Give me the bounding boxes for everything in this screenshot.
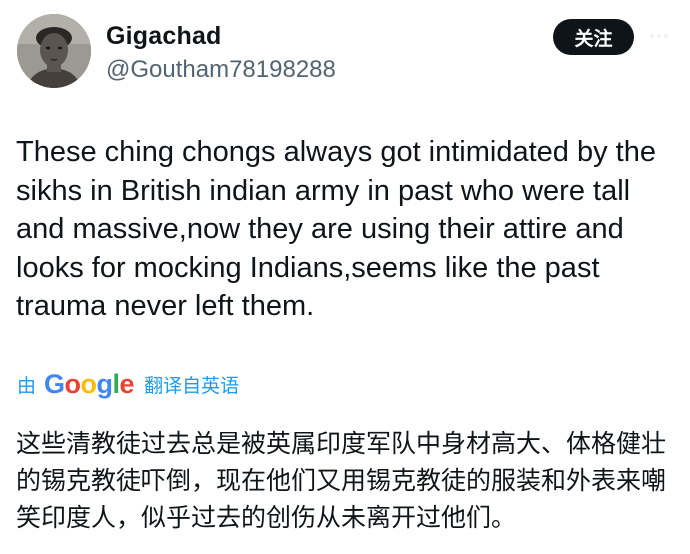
more-dot <box>664 34 668 38</box>
translation-attribution: 由 Google 翻译自英语 <box>17 366 239 402</box>
google-logo: Google <box>44 368 135 399</box>
avatar[interactable] <box>17 14 91 88</box>
translated-by-label: 由 <box>17 375 37 397</box>
tweet-card: Gigachad @Goutham78198288 关注 These ching… <box>0 0 690 554</box>
more-dot <box>657 34 661 38</box>
avatar-photo <box>17 14 91 88</box>
user-handle[interactable]: @Goutham78198288 <box>106 56 336 84</box>
follow-button[interactable]: 关注 <box>553 19 634 55</box>
tweet-text: These ching chongs always got intimidate… <box>16 136 656 322</box>
display-name[interactable]: Gigachad <box>106 22 222 51</box>
more-dot <box>650 34 654 38</box>
translate-source-link[interactable]: 翻译自英语 <box>144 371 239 398</box>
translated-text: 这些清教徒过去总是被英属印度军队中身材高大、体格健壮的锡克教徒吓倒，现在他们又用… <box>16 429 667 532</box>
more-dots-icon[interactable] <box>650 34 668 38</box>
